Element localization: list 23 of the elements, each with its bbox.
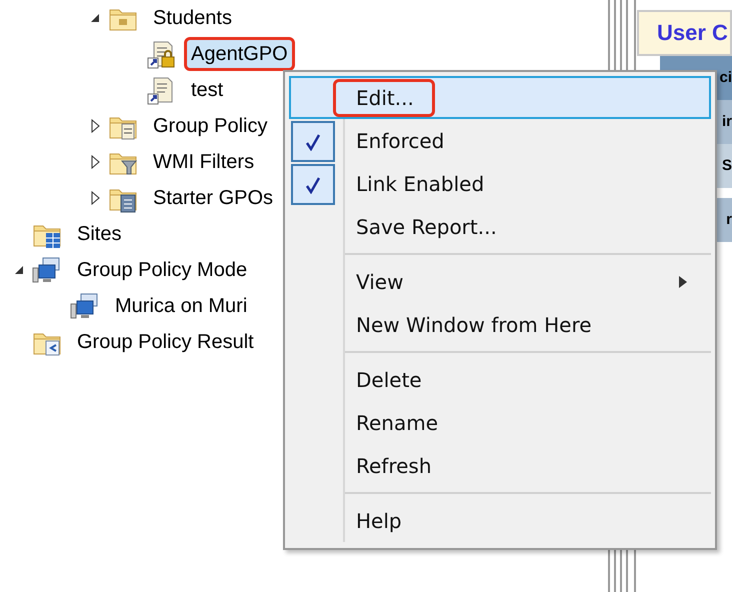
tree-item[interactable]: test xyxy=(184,73,230,107)
menu-item[interactable]: Delete xyxy=(289,358,711,401)
menu-item[interactable]: Refresh xyxy=(289,444,711,487)
tree-item[interactable]: Group Policy Result xyxy=(70,325,261,359)
tree-item[interactable]: Students xyxy=(146,1,239,35)
menu-item[interactable]: Edit... xyxy=(289,76,711,119)
expanded-arrow-icon[interactable] xyxy=(14,265,24,275)
collapsed-arrow-icon[interactable] xyxy=(90,191,100,205)
tree-item[interactable]: Sites xyxy=(70,217,128,251)
expanded-arrow-icon[interactable] xyxy=(90,13,100,23)
menu-item[interactable]: Help xyxy=(289,499,711,542)
tree-item[interactable]: WMI Filters xyxy=(146,145,262,179)
section-header: User C xyxy=(637,10,732,56)
tree-item[interactable]: Group Policy Mode xyxy=(70,253,254,287)
tree-item[interactable]: Murica on Muri xyxy=(108,289,254,323)
menu-item[interactable]: Rename xyxy=(289,401,711,444)
tree-item[interactable]: Starter GPOs xyxy=(146,181,280,215)
collapsed-arrow-icon[interactable] xyxy=(90,119,100,133)
tree-item[interactable]: Group Policy xyxy=(146,109,274,143)
menu-item[interactable]: New Window from Here xyxy=(289,303,711,346)
menu-item[interactable]: View xyxy=(289,260,711,303)
collapsed-arrow-icon[interactable] xyxy=(90,155,100,169)
tree-item[interactable]: AgentGPO xyxy=(184,37,295,71)
